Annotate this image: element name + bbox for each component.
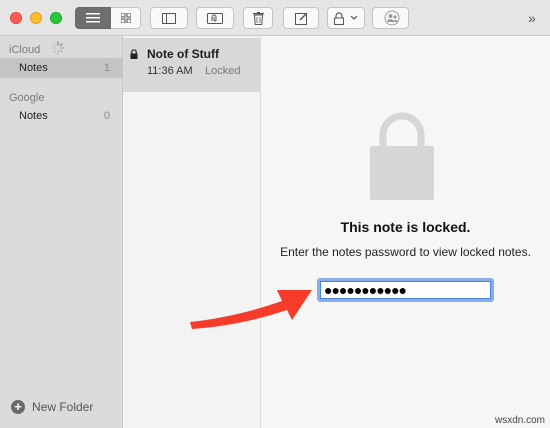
list-view-icon — [86, 13, 100, 23]
sidebar-toggle-button[interactable] — [150, 7, 188, 29]
trash-icon — [252, 11, 264, 25]
password-input[interactable]: ●●●●●●●●●●● — [317, 278, 494, 302]
account-label-google[interactable]: Google — [9, 92, 44, 104]
locked-title: This note is locked. — [340, 219, 471, 235]
new-folder-label: New Folder — [32, 400, 94, 414]
password-masked-value: ●●●●●●●●●●● — [324, 282, 407, 298]
sidebar-toggle-icon — [162, 12, 176, 24]
share-people-icon — [384, 10, 399, 26]
toolbar: » — [0, 0, 550, 36]
folder-icloud-notes[interactable]: Notes 1 — [0, 58, 122, 78]
new-folder-button[interactable]: + New Folder — [11, 400, 93, 414]
lock-icon — [130, 49, 138, 59]
annotation-arrow-icon — [190, 290, 312, 329]
compose-button[interactable] — [283, 7, 319, 29]
note-status: Locked — [205, 65, 241, 77]
share-button[interactable] — [372, 7, 409, 29]
gallery-view-icon — [120, 13, 131, 23]
list-view-button[interactable] — [75, 7, 111, 29]
password-input-inner: ●●●●●●●●●●● — [320, 281, 491, 299]
folders-sidebar: iCloud Notes 1 Google Notes 0 + New Fold… — [0, 36, 123, 428]
note-list: Note of Stuff 11:36 AM Locked — [123, 36, 261, 428]
large-lock-icon — [370, 112, 434, 200]
zoom-window-button[interactable] — [50, 12, 62, 24]
watermark-text: wsxdn.com — [494, 415, 545, 426]
gallery-view-button[interactable] — [111, 7, 141, 29]
toolbar-overflow-button[interactable]: » — [528, 10, 536, 26]
folder-google-notes[interactable]: Notes 0 — [0, 106, 122, 126]
lock-icon — [334, 11, 344, 25]
folder-count: 1 — [103, 62, 110, 74]
account-label-icloud[interactable]: iCloud — [9, 44, 40, 56]
attachments-button[interactable] — [196, 7, 234, 29]
note-time: 11:36 AM — [147, 65, 193, 77]
note-list-item[interactable]: Note of Stuff 11:36 AM Locked — [123, 38, 260, 92]
locked-message: Enter the notes password to view locked … — [280, 245, 531, 259]
close-window-button[interactable] — [10, 12, 22, 24]
folder-count: 0 — [103, 110, 110, 122]
attachments-icon — [207, 13, 223, 24]
plus-icon: + — [11, 400, 25, 414]
chevron-down-icon — [350, 15, 358, 20]
folder-name: Notes — [19, 62, 48, 74]
note-title: Note of Stuff — [147, 47, 219, 61]
delete-button[interactable] — [243, 7, 273, 29]
note-content-area: This note is locked. Enter the notes pas… — [261, 36, 550, 428]
loading-spinner-icon — [51, 41, 65, 55]
minimize-window-button[interactable] — [30, 12, 42, 24]
folder-name: Notes — [19, 110, 48, 122]
lock-menu-button[interactable] — [327, 7, 365, 29]
compose-icon — [294, 12, 307, 25]
notes-window: » iCloud Notes 1 Google Notes 0 + New Fo… — [0, 0, 550, 428]
